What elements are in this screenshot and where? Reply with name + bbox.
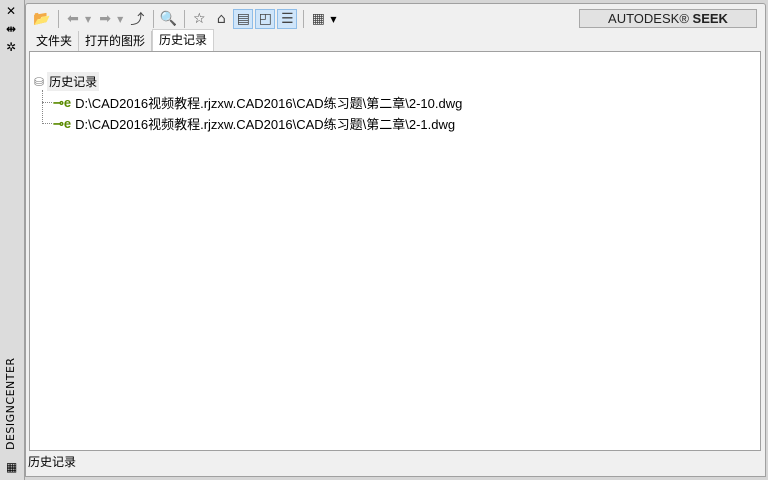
tab-history[interactable]: 历史记录 xyxy=(152,29,215,52)
back-icon[interactable]: ⬅ xyxy=(63,9,83,29)
toolbar: 📂 ⬅ ▼ ➡ ▼ ⤴ 🔍 ☆ ⌂ ▤ ◰ ☰ ▦ ▼ xyxy=(32,8,340,30)
tab-folders[interactable]: 文件夹 xyxy=(30,31,80,51)
properties-icon[interactable]: ✲ xyxy=(6,40,16,54)
load-icon[interactable]: 📂 xyxy=(32,9,52,29)
description-icon[interactable]: ☰ xyxy=(277,9,298,29)
history-icon: ⛁ xyxy=(34,74,45,89)
views-dropdown-icon[interactable]: ▼ xyxy=(330,15,336,24)
favorites-icon[interactable]: ☆ xyxy=(189,9,209,29)
seek-brand: AUTODESK® xyxy=(608,11,689,26)
forward-icon[interactable]: ➡ xyxy=(95,9,115,29)
grid-icon[interactable]: ▦ xyxy=(6,460,17,474)
tree-item-label: D:\CAD2016视频教程.rjzxw.CAD2016\CAD练习题\第二章\… xyxy=(75,117,456,132)
search-icon[interactable]: 🔍 xyxy=(158,9,178,29)
back-dropdown-icon[interactable]: ▼ xyxy=(85,15,91,24)
preview-icon[interactable]: ◰ xyxy=(255,9,276,29)
forward-dropdown-icon[interactable]: ▼ xyxy=(117,15,123,24)
tab-bar: 文件夹 打开的图形 历史记录 xyxy=(30,29,215,52)
seek-label: SEEK xyxy=(692,11,728,26)
autohide-icon[interactable]: ⇹ xyxy=(6,22,16,36)
history-tree: ⛁ 历史记录 ⊸e D:\CAD2016视频教程.rjzxw.CAD2016\C… xyxy=(29,51,761,451)
tree-root[interactable]: ⛁ 历史记录 xyxy=(34,72,100,91)
views-icon[interactable]: ▦ xyxy=(308,9,328,29)
tab-open-drawings[interactable]: 打开的图形 xyxy=(79,31,153,51)
palette-title: DESIGNCENTER xyxy=(4,357,17,450)
tree-item[interactable]: ⊸e D:\CAD2016视频教程.rjzxw.CAD2016\CAD练习题\第… xyxy=(42,114,455,133)
side-strip: ✕ ⇹ ✲ DESIGNCENTER ▦ xyxy=(0,0,25,480)
tree-item-label: D:\CAD2016视频教程.rjzxw.CAD2016\CAD练习题\第二章\… xyxy=(75,96,463,111)
tree-root-label: 历史记录 xyxy=(47,72,100,91)
dwg-file-icon: ⊸e xyxy=(53,94,72,110)
tree-view-icon[interactable]: ▤ xyxy=(233,9,254,29)
up-icon[interactable]: ⤴ xyxy=(127,9,147,29)
tree-item[interactable]: ⊸e D:\CAD2016视频教程.rjzxw.CAD2016\CAD练习题\第… xyxy=(42,93,462,112)
dwg-file-icon: ⊸e xyxy=(53,115,72,131)
designcenter-panel: 📂 ⬅ ▼ ➡ ▼ ⤴ 🔍 ☆ ⌂ ▤ ◰ ☰ ▦ ▼ AUTODESK® SEEK … xyxy=(25,3,766,477)
status-bar: 历史记录 xyxy=(28,455,77,469)
close-icon[interactable]: ✕ xyxy=(6,4,16,18)
autodesk-seek-button[interactable]: AUTODESK® SEEK xyxy=(579,9,757,28)
home-icon[interactable]: ⌂ xyxy=(211,9,231,29)
